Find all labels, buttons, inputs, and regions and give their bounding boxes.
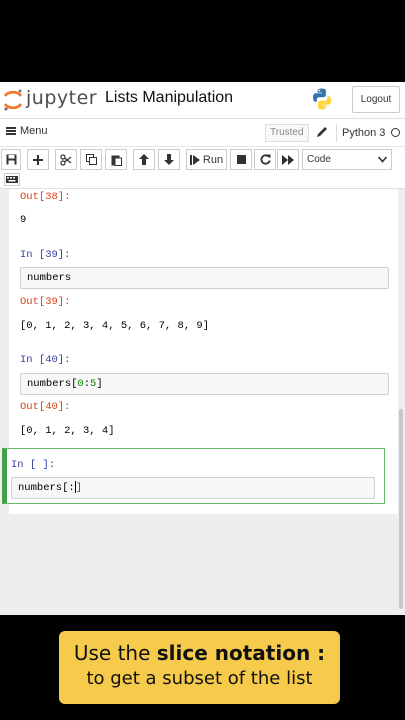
notebook-area: Out[38]: 9 In [39]: numbers Out[39]: [0,… (0, 189, 405, 615)
plus-icon (33, 154, 43, 165)
code-cell-input[interactable]: numbers[0:5] (20, 373, 389, 395)
code-text: numbers (27, 272, 72, 284)
caption-banner: Use the slice notation : to get a subset… (59, 631, 340, 704)
scissors-icon (60, 153, 72, 166)
input-prompt: In [39]: (20, 249, 71, 261)
selected-code-cell[interactable]: In [ ]: numbers[:] (2, 448, 385, 504)
output-prompt: Out[39]: (20, 296, 71, 308)
jupyter-logo-icon[interactable] (2, 88, 24, 112)
arrow-down-icon (164, 154, 174, 165)
caption-plain-text: Use the (73, 641, 157, 665)
move-up-button[interactable] (133, 149, 155, 170)
trusted-indicator[interactable]: Trusted (265, 124, 309, 142)
save-icon (6, 154, 16, 165)
jupyter-window: jupyter Lists Manipulation Logout Menu T… (0, 82, 405, 615)
copy-button[interactable] (80, 149, 102, 170)
interrupt-button[interactable] (230, 149, 252, 170)
copy-icon (85, 154, 97, 165)
code-cell-input[interactable]: numbers (20, 267, 389, 289)
input-prompt: In [ ]: (11, 459, 56, 471)
run-label: Run (202, 153, 224, 166)
header-bar: jupyter Lists Manipulation Logout (0, 82, 405, 119)
command-palette-button[interactable] (4, 173, 20, 186)
cell-type-select[interactable]: Code (302, 149, 392, 170)
caption-bold-text: slice notation : (156, 641, 326, 665)
code-text: numbers (27, 378, 72, 390)
menu-bar: Menu Trusted Python 3 (0, 119, 405, 147)
restart-run-all-button[interactable] (277, 149, 299, 170)
output-text: 9 (20, 214, 27, 226)
insert-cell-button[interactable] (27, 149, 49, 170)
notebook-title[interactable]: Lists Manipulation (105, 89, 233, 107)
menu-label: Menu (20, 125, 48, 137)
hamburger-icon (6, 127, 16, 135)
code-text: numbers (18, 482, 63, 494)
jupyter-logo-text[interactable]: jupyter (26, 87, 97, 109)
cell-type-value: Code (307, 154, 331, 165)
code-bracket: ] (96, 378, 103, 390)
save-button[interactable] (1, 149, 21, 170)
run-icon (189, 154, 200, 165)
restart-button[interactable] (254, 149, 276, 170)
caption-line-2: to get a subset of the list (86, 668, 313, 689)
stop-icon (236, 155, 246, 164)
scrollbar[interactable] (399, 409, 403, 609)
menu-button[interactable]: Menu (6, 125, 48, 137)
restart-icon (260, 154, 271, 165)
arrow-up-icon (139, 154, 149, 165)
pencil-icon[interactable] (315, 125, 329, 139)
output-prompt: Out[38]: (20, 191, 71, 203)
output-prompt: Out[40]: (20, 401, 71, 413)
output-text: [0, 1, 2, 3, 4, 5, 6, 7, 8, 9] (20, 320, 210, 332)
fast-forward-icon (282, 154, 294, 165)
input-prompt: In [40]: (20, 354, 71, 366)
cut-button[interactable] (55, 149, 77, 170)
toolbar: Run Code (0, 147, 405, 189)
kernel-name[interactable]: Python 3 (336, 124, 385, 142)
output-text: [0, 1, 2, 3, 4] (20, 425, 115, 437)
keyboard-icon (6, 176, 18, 183)
caption-line-1: Use the slice notation : (59, 641, 340, 665)
paste-icon (111, 155, 122, 166)
python-logo-icon (313, 88, 331, 110)
code-bracket: ] (75, 482, 83, 494)
run-button[interactable]: Run (186, 149, 227, 170)
code-cell-input[interactable]: numbers[:] (11, 477, 375, 499)
chevron-down-icon (378, 156, 387, 163)
kernel-status-icon (391, 128, 400, 137)
logout-button[interactable]: Logout (352, 86, 400, 113)
move-down-button[interactable] (158, 149, 180, 170)
paste-button[interactable] (105, 149, 127, 170)
